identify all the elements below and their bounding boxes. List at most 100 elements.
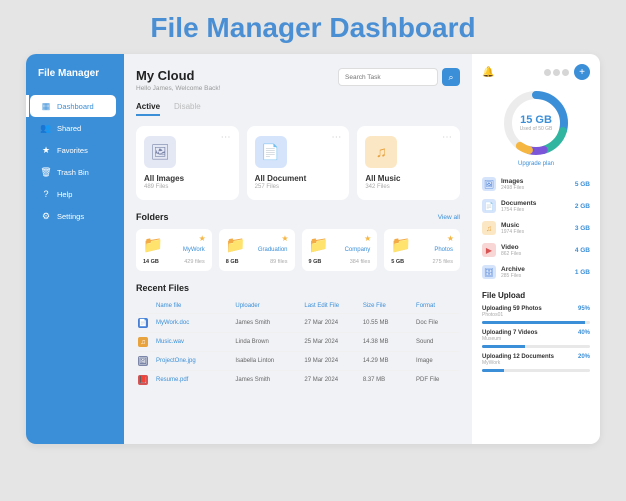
nav-label: Settings	[57, 212, 84, 221]
storage-stat[interactable]: 📄 Documents1754 Files 2 GB	[482, 197, 590, 215]
star-icon[interactable]: ★	[447, 234, 454, 243]
progress-bar	[482, 321, 590, 324]
folders-grid: ★ 📁 MyWork 14 GB429 files★ 📁 Graduation …	[136, 229, 460, 271]
upgrade-link[interactable]: Upgrade plan	[518, 161, 554, 167]
tab-active[interactable]: Active	[136, 102, 160, 116]
table-row[interactable]: 📄 MyWork.doc James Smith 27 Mar 2024 10.…	[136, 313, 460, 332]
folder-card[interactable]: ★ 📁 Company 9 GB384 files	[302, 229, 378, 271]
file-format: Sound	[416, 339, 458, 345]
category-name: All Document	[255, 174, 342, 183]
file-uploader: Isabella Linton	[235, 358, 298, 364]
storage-stat[interactable]: ▶ Video862 Files 4 GB	[482, 241, 590, 259]
settings-icon: ⚙	[41, 211, 51, 221]
avatar-group[interactable]	[544, 69, 569, 76]
file-size: 14.29 MB	[363, 358, 410, 364]
help-icon: ?	[41, 189, 51, 199]
file-name: ProjectOne.jpg	[156, 358, 229, 364]
nav-item-settings[interactable]: ⚙ Settings	[34, 205, 116, 227]
table-row[interactable]: ♫ Music.wav Linda Brown 25 Mar 2024 14.3…	[136, 332, 460, 351]
storage-breakdown: 🖼 Images2498 Files 5 GB 📄 Documents1754 F…	[482, 175, 590, 281]
folder-card[interactable]: ★ 📁 Photos 5 GB275 files	[384, 229, 460, 271]
category-name: All Images	[144, 174, 231, 183]
category-card[interactable]: ⋯ 🖼 All Images 489 Files	[136, 126, 239, 200]
category-cards: ⋯ 🖼 All Images 489 Files⋯ 📄 All Document…	[136, 126, 460, 200]
nav-item-dashboard[interactable]: ▦ Dashboard	[30, 95, 116, 117]
stat-size: 1 GB	[575, 269, 590, 276]
folder-size: 9 GB	[309, 259, 322, 265]
star-icon[interactable]: ★	[199, 234, 206, 243]
stat-count: 2498 Files	[501, 185, 570, 191]
right-panel: 🔔 + 15 GB Used of 50 GB Up	[472, 54, 600, 444]
category-card[interactable]: ⋯ ♫ All Music 342 Files	[357, 126, 460, 200]
page-title: My Cloud	[136, 68, 220, 83]
upload-item: Uploading 7 VideosMuseum40%	[482, 330, 590, 348]
folder-card[interactable]: ★ 📁 Graduation 8 GB89 files	[219, 229, 295, 271]
file-date: 25 Mar 2024	[304, 339, 356, 345]
folder-count: 429 files	[184, 259, 205, 265]
storage-stat[interactable]: 🖼 Images2498 Files 5 GB	[482, 175, 590, 193]
nav-item-shared[interactable]: 👥Shared	[34, 117, 116, 139]
logo: File Manager	[34, 68, 116, 79]
stat-count: 1754 Files	[501, 207, 570, 213]
nav-label: Dashboard	[57, 102, 94, 111]
nav-item-help[interactable]: ?Help	[34, 183, 116, 205]
storage-stat[interactable]: 🗄 Archive285 Files 1 GB	[482, 263, 590, 281]
uploads-title: File Upload	[482, 291, 590, 300]
category-count: 257 Files	[255, 184, 342, 190]
images-icon: 🖼	[482, 177, 496, 191]
category-card[interactable]: ⋯ 📄 All Document 257 Files	[247, 126, 350, 200]
stat-size: 4 GB	[575, 247, 590, 254]
more-icon[interactable]: ⋯	[442, 132, 452, 143]
shared-icon: 👥	[41, 123, 51, 133]
category-count: 342 Files	[365, 184, 452, 190]
search-button[interactable]: ⌕	[442, 68, 460, 86]
storage-caption: Used of 50 GB	[520, 126, 553, 132]
dashboard-icon: ▦	[41, 101, 51, 111]
folder-size: 8 GB	[226, 259, 239, 265]
add-button[interactable]: +	[574, 64, 590, 80]
view-all-link[interactable]: View all	[438, 214, 460, 221]
table-row[interactable]: 🖼 ProjectOne.jpg Isabella Linton 19 Mar …	[136, 351, 460, 370]
stat-name: Music	[501, 222, 570, 229]
upload-percent: 40%	[578, 330, 590, 342]
page-banner: File Manager Dashboard	[150, 12, 475, 44]
nav-label: Trash Bin	[57, 168, 89, 177]
tab-disable[interactable]: Disable	[174, 102, 201, 116]
upload-sub: Photos01	[482, 312, 542, 318]
storage-used: 15 GB	[520, 114, 552, 126]
table-row[interactable]: 📕 Resume.pdf James Smith 27 Mar 2024 8.3…	[136, 370, 460, 389]
more-icon[interactable]: ⋯	[331, 132, 341, 143]
progress-bar	[482, 369, 590, 372]
col-uploader: Uploader	[235, 303, 298, 309]
music-icon: ♫	[482, 221, 496, 235]
video-icon: ▶	[482, 243, 496, 257]
file-type-icon: 📕	[138, 375, 148, 385]
star-icon[interactable]: ★	[364, 234, 371, 243]
folder-card[interactable]: ★ 📁 MyWork 14 GB429 files	[136, 229, 212, 271]
more-icon[interactable]: ⋯	[221, 132, 231, 143]
file-format: PDF File	[416, 377, 458, 383]
nav-item-trash-bin[interactable]: 🗑Trash Bin	[34, 161, 116, 183]
file-date: 19 Mar 2024	[304, 358, 356, 364]
app-window: File Manager ▦Dashboard👥Shared★Favorites…	[26, 54, 600, 444]
bell-icon[interactable]: 🔔	[482, 67, 494, 78]
recent-title: Recent Files	[136, 283, 460, 293]
file-type-icon: ♫	[138, 337, 148, 347]
file-format: Image	[416, 358, 458, 364]
stat-size: 5 GB	[575, 181, 590, 188]
file-type-icon: 🖼	[138, 356, 148, 366]
main-panel: My Cloud Hello James, Welcome Back! ⌕ Ac…	[124, 54, 472, 444]
nav-label: Favorites	[57, 146, 88, 155]
search-input[interactable]	[338, 68, 438, 86]
star-icon[interactable]: ★	[281, 234, 288, 243]
file-name: Resume.pdf	[156, 377, 229, 383]
storage-stat[interactable]: ♫ Music1974 Files 3 GB	[482, 219, 590, 237]
folder-size: 5 GB	[391, 259, 404, 265]
file-date: 27 Mar 2024	[304, 320, 356, 326]
stat-name: Documents	[501, 200, 570, 207]
col-size: Size File	[363, 303, 410, 309]
col-name: Name file	[156, 303, 229, 309]
nav-item-favorites[interactable]: ★Favorites	[34, 139, 116, 161]
upload-item: Uploading 12 DocumentsMyWork20%	[482, 354, 590, 372]
stat-size: 2 GB	[575, 203, 590, 210]
